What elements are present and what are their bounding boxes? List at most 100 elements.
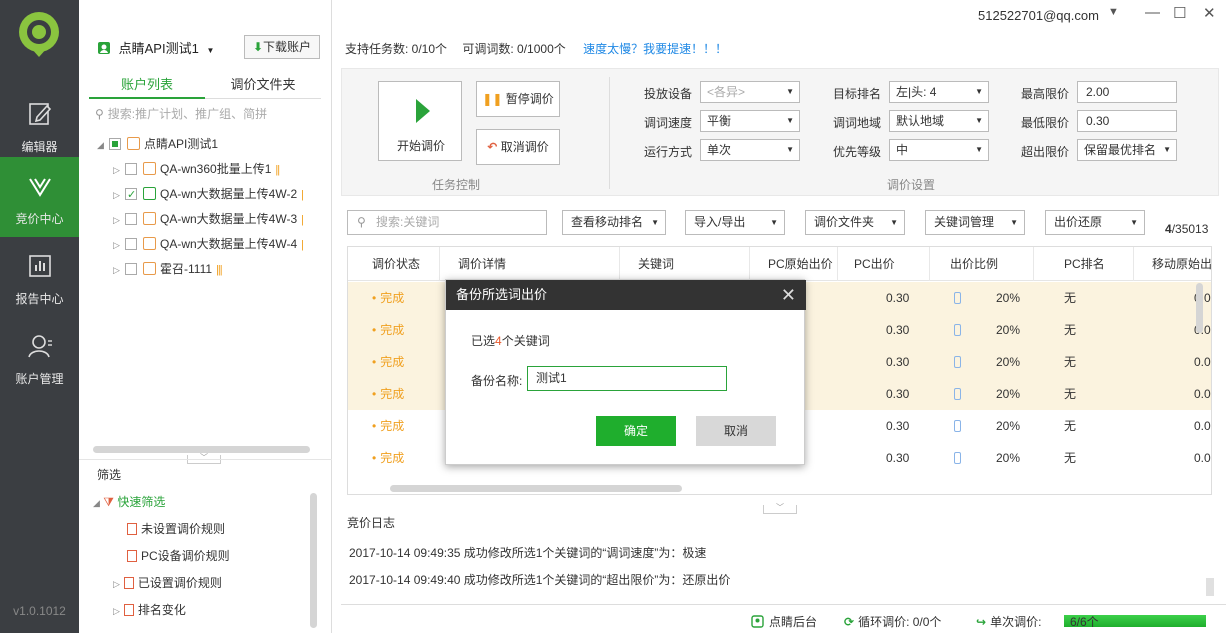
- tree-root-checkbox[interactable]: [109, 138, 121, 150]
- dropdown-menu-icon[interactable]: ▼: [1108, 6, 1119, 18]
- col-pc-orig-bid[interactable]: PC原始出价: [750, 247, 838, 281]
- expand-arrow-icon[interactable]: ▷: [113, 579, 120, 589]
- expand-arrow-icon[interactable]: ▷: [113, 235, 125, 255]
- bid-ratio-cell: 20%: [996, 451, 1021, 465]
- pause-bidding-button[interactable]: ❚❚ 暂停调价: [476, 81, 560, 117]
- tree-item[interactable]: ▷ QA-wn大数据量上传4W-3 |: [113, 209, 304, 230]
- filter-item[interactable]: ▷ 已设置调价规则: [113, 574, 222, 591]
- nav-bid-center[interactable]: 竞价中心: [0, 157, 79, 237]
- view-mobile-rank-button[interactable]: 查看移动排名 ▼: [562, 210, 666, 235]
- backend-link[interactable]: 点睛后台: [751, 613, 817, 630]
- keyword-management-button[interactable]: 关键词管理 ▼: [925, 210, 1025, 235]
- tree-item-checkbox[interactable]: [125, 238, 137, 250]
- rank-select[interactable]: 左|头: 4 ▼: [889, 81, 989, 103]
- nav-account-management[interactable]: 账户管理: [0, 317, 79, 397]
- expand-arrow-icon[interactable]: ◢: [93, 498, 100, 508]
- log-collapse-toggle[interactable]: ﹀: [763, 504, 797, 514]
- tree-search-input[interactable]: ⚲ 搜索:推广计划、推广组、简拼: [95, 104, 325, 124]
- title-bar: 512522701@qq.com ▼ — ☐ ✕: [333, 0, 1226, 30]
- filter-item[interactable]: ▷ 排名变化: [113, 601, 186, 618]
- mobile-phone-icon: [954, 452, 961, 464]
- col-mobile-orig-bid[interactable]: 移动原始出价: [1134, 247, 1211, 281]
- col-pc-bid[interactable]: PC出价: [838, 247, 930, 281]
- device-select[interactable]: <各异> ▼: [700, 81, 800, 103]
- start-bidding-button[interactable]: 开始调价: [378, 81, 462, 161]
- tree-root[interactable]: ◢ 点睛API测试1: [97, 134, 218, 154]
- account-name: 点睛API测试1: [118, 41, 199, 56]
- tree-item-label: QA-wn360批量上传1: [160, 162, 272, 176]
- keyword-management-label: 关键词管理: [934, 215, 995, 229]
- expand-arrow-icon[interactable]: ▷: [113, 606, 120, 616]
- tree-item[interactable]: ▷ QA-wn大数据量上传4W-2|: [113, 184, 304, 205]
- filter-item[interactable]: 未设置调价规则: [127, 520, 225, 537]
- expand-arrow-icon[interactable]: ▷: [113, 185, 125, 205]
- table-vertical-scrollbar[interactable]: [1196, 283, 1203, 333]
- table-horizontal-scrollbar[interactable]: [390, 485, 682, 492]
- table-toolbar: ⚲ 搜索:关键词 查看移动排名 ▼ 导入/导出 ▼ 调价文件夹 ▼ 关键词管理 ▼ 出价…: [333, 206, 1226, 240]
- bid-restore-button[interactable]: 出价还原 ▼: [1045, 210, 1145, 235]
- maximize-icon[interactable]: ☐: [1173, 4, 1186, 22]
- col-pc-rank[interactable]: PC排名: [1034, 247, 1134, 281]
- filter-scrollbar[interactable]: [310, 493, 317, 628]
- backend-icon: [751, 615, 764, 628]
- nav-editor[interactable]: 编辑器: [0, 85, 79, 165]
- confirm-button[interactable]: 确定: [596, 416, 676, 446]
- backup-name-input[interactable]: 测试1: [527, 366, 727, 391]
- speed-label: 调词速度: [644, 116, 693, 130]
- nav-report-center[interactable]: 报告中心: [0, 237, 79, 317]
- col-bid-detail[interactable]: 调价详情: [440, 247, 620, 281]
- tree-item[interactable]: ▷ QA-wn360批量上传1 ||: [113, 159, 280, 180]
- filter-item[interactable]: PC设备调价规则: [127, 547, 230, 564]
- account-selector[interactable]: 点睛API测试1 ▼: [97, 38, 214, 56]
- download-account-button[interactable]: ⬇下载账户: [244, 35, 320, 59]
- tree-item-checkbox[interactable]: [125, 263, 137, 275]
- cancel-bidding-button[interactable]: ↶ 取消调价: [476, 129, 560, 165]
- single-run-icon: ↪: [976, 615, 987, 629]
- min-price-input[interactable]: 0.30: [1077, 110, 1177, 132]
- expand-arrow-icon[interactable]: ◢: [97, 135, 109, 155]
- priority-label: 优先等级: [833, 145, 882, 159]
- region-select[interactable]: 默认地域 ▼: [889, 110, 989, 132]
- bid-folder-button[interactable]: 调价文件夹 ▼: [805, 210, 905, 235]
- expand-arrow-icon[interactable]: ▷: [113, 160, 125, 180]
- bid-ratio-cell: 20%: [996, 387, 1021, 401]
- cancel-button[interactable]: 取消: [696, 416, 776, 446]
- priority-select[interactable]: 中 ▼: [889, 139, 989, 161]
- log-scrollbar[interactable]: [1206, 578, 1214, 596]
- expand-arrow-icon[interactable]: ▷: [113, 210, 125, 230]
- chevron-down-icon: ▼: [651, 218, 659, 227]
- max-price-input[interactable]: 2.00: [1077, 81, 1177, 103]
- over-limit-select[interactable]: 保留最优排名 ▼: [1077, 139, 1177, 161]
- close-icon[interactable]: ✕: [781, 280, 796, 310]
- expand-arrow-icon[interactable]: ▷: [113, 260, 125, 280]
- mode-select[interactable]: 单次 ▼: [700, 139, 800, 161]
- filter-item-label: 排名变化: [137, 603, 186, 617]
- tree-item[interactable]: ▷ QA-wn大数据量上传4W-4 |: [113, 234, 304, 255]
- tree-item[interactable]: ▷ 霍召-1111 |||: [113, 259, 223, 280]
- import-export-button[interactable]: 导入/导出 ▼: [685, 210, 785, 235]
- mobile-phone-icon: [954, 388, 961, 400]
- keyword-search-input[interactable]: ⚲ 搜索:关键词: [347, 210, 547, 235]
- mobile-phone-icon: [954, 356, 961, 368]
- mobile-orig-bid-cell: 0.0: [1194, 451, 1211, 465]
- close-icon[interactable]: ✕: [1203, 4, 1216, 22]
- status-text: 完成: [380, 323, 405, 337]
- tab-account-list[interactable]: 账户列表: [89, 75, 205, 99]
- plan-icon: [143, 237, 156, 250]
- tab-bid-folder[interactable]: 调价文件夹: [205, 75, 321, 99]
- backup-dialog: 备份所选词出价 ✕ 已选4个关键词 备份名称: 测试1 确定 取消: [445, 279, 806, 465]
- quick-filter[interactable]: ◢ ⧩ 快速筛选: [93, 493, 165, 510]
- loop-bid-status: ⟳ 循环调价: 0/0个: [844, 613, 941, 630]
- minimize-icon[interactable]: —: [1145, 4, 1160, 21]
- plan-icon: [143, 262, 156, 275]
- speed-up-link[interactable]: 速度太慢？我要提速！！！: [583, 42, 727, 56]
- tree-item-checkbox[interactable]: [125, 213, 137, 225]
- speed-select[interactable]: 平衡 ▼: [700, 110, 800, 132]
- col-keyword[interactable]: 关键词: [620, 247, 750, 281]
- col-bid-status[interactable]: 调价状态: [348, 247, 440, 281]
- tree-item-checkbox[interactable]: [125, 163, 137, 175]
- undo-icon: ↶: [487, 140, 498, 154]
- tree-horizontal-scrollbar[interactable]: [93, 446, 310, 453]
- col-bid-ratio[interactable]: 出价比例: [930, 247, 1034, 281]
- tree-item-checkbox[interactable]: [125, 185, 137, 205]
